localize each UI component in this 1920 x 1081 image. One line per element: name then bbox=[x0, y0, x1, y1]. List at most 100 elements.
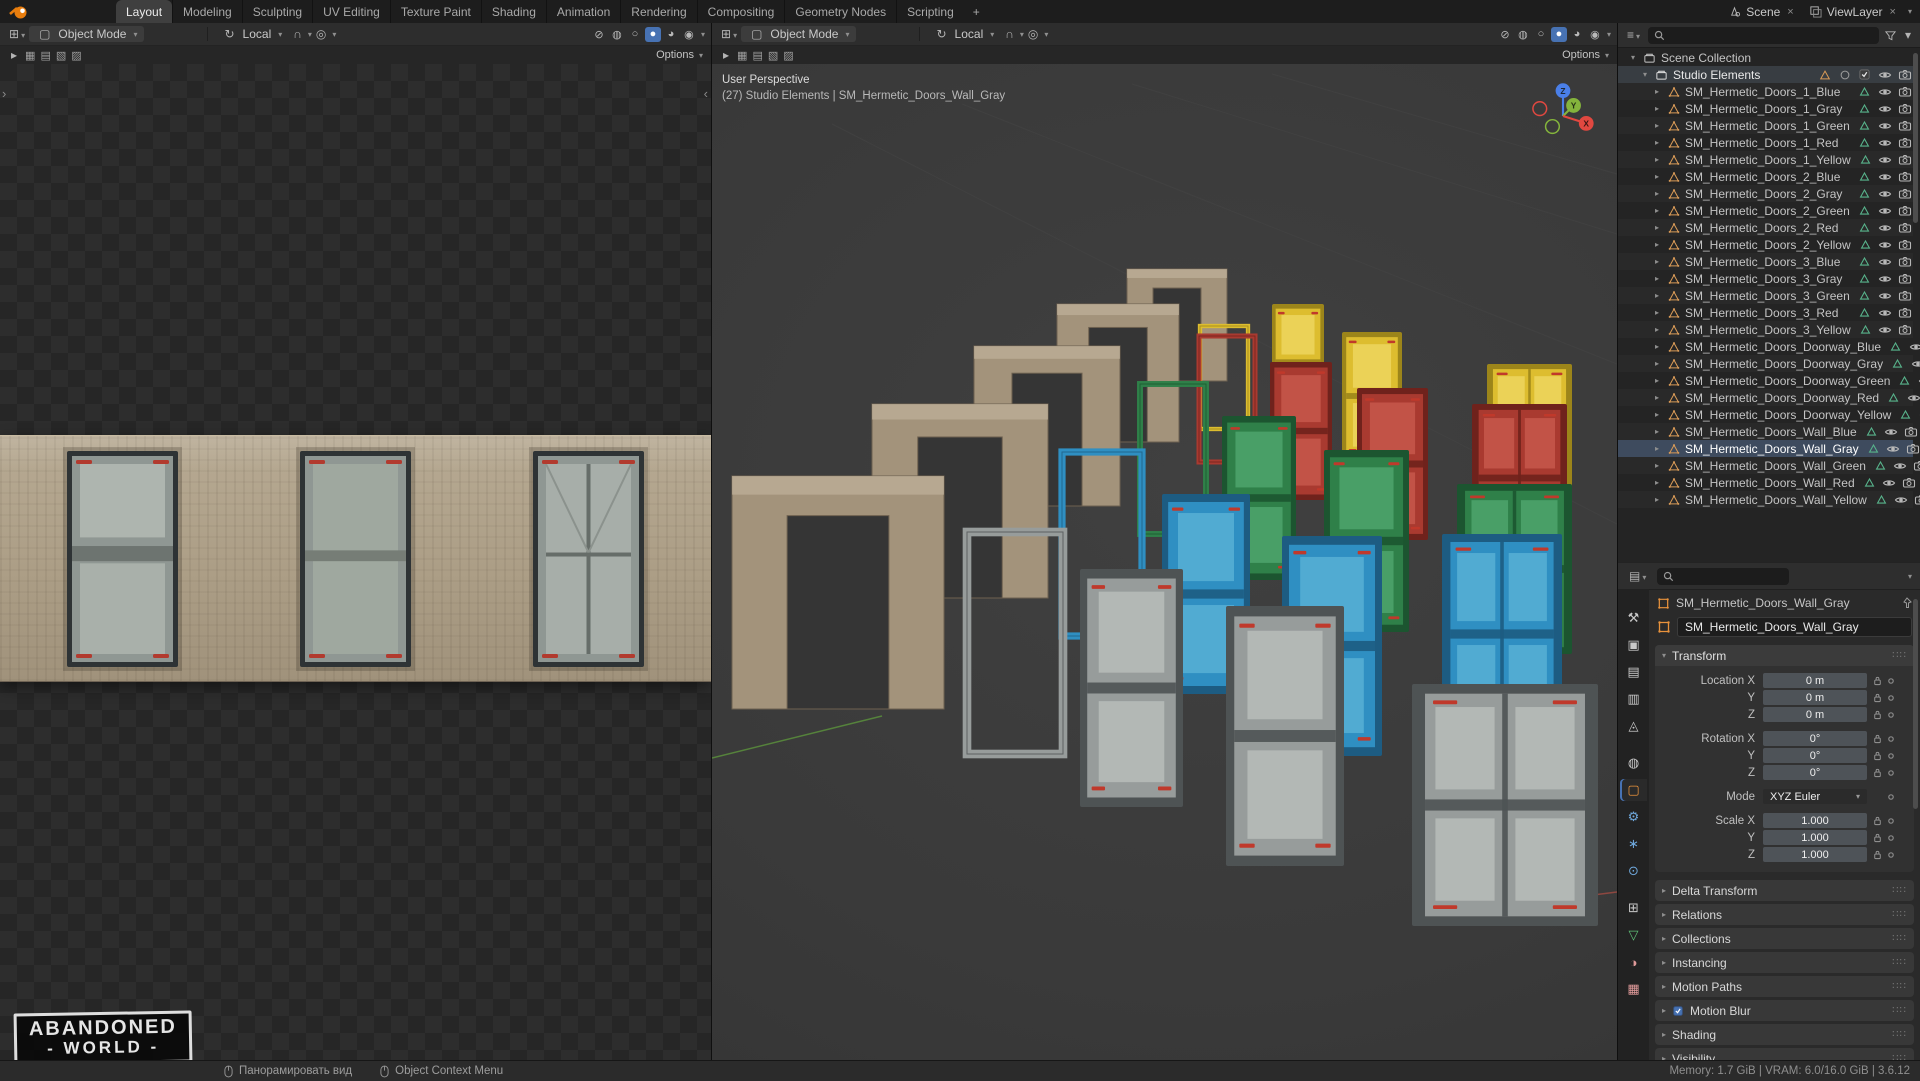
editor-type-icon[interactable]: ⊞ ▾ bbox=[718, 27, 740, 41]
lock-icon[interactable] bbox=[1872, 832, 1883, 843]
properties-section-header[interactable]: ▸ Shading ∷∷ bbox=[1655, 1024, 1914, 1045]
eye-icon[interactable] bbox=[1876, 170, 1893, 184]
properties-tab[interactable]: ▦ bbox=[1620, 978, 1647, 1000]
properties-tab[interactable]: ▽ bbox=[1620, 924, 1647, 946]
shading-wireframe-icon[interactable]: ○ bbox=[1533, 27, 1549, 42]
blender-logo-icon[interactable] bbox=[0, 4, 34, 20]
outliner-object-row[interactable]: ▸ SM_Hermetic_Doors_Doorway_Gray bbox=[1618, 355, 1920, 372]
eye-icon[interactable] bbox=[1876, 136, 1893, 150]
editor-type-icon[interactable]: ⊞ ▾ bbox=[6, 27, 28, 41]
gizmo-neg-y[interactable] bbox=[1544, 118, 1561, 135]
viewlayer-selector[interactable]: ViewLayer × bbox=[1804, 5, 1903, 19]
select-subtract-icon[interactable]: ▧ bbox=[56, 49, 66, 62]
eye-icon[interactable] bbox=[1905, 391, 1920, 405]
animate-dot-icon[interactable] bbox=[1887, 793, 1895, 801]
value-field[interactable]: 0° ▾ bbox=[1763, 748, 1867, 763]
wall-door-2[interactable] bbox=[296, 447, 415, 671]
outliner-object-row[interactable]: ▸ SM_Hermetic_Doors_1_Yellow bbox=[1618, 151, 1913, 168]
animate-dot-icon[interactable] bbox=[1887, 711, 1895, 719]
properties-editor-icon[interactable]: ▤ ▾ bbox=[1626, 569, 1649, 583]
camera-icon[interactable] bbox=[1896, 289, 1913, 303]
scene-unlink-icon[interactable]: × bbox=[1785, 6, 1795, 18]
animate-dot-icon[interactable] bbox=[1887, 752, 1895, 760]
outliner-object-row[interactable]: ▸ SM_Hermetic_Doors_3_Gray bbox=[1618, 270, 1913, 287]
outliner-object-row[interactable]: ▸ SM_Hermetic_Doors_Wall_Red bbox=[1618, 474, 1916, 491]
orientation-select[interactable]: ↻ Local ▾ bbox=[214, 26, 289, 42]
properties-section-header[interactable]: ▸ Instancing ∷∷ bbox=[1655, 952, 1914, 973]
workspace-tab[interactable]: Layout bbox=[116, 0, 173, 23]
gizmo-toggle-icon[interactable]: ◍ bbox=[609, 27, 625, 42]
outliner-object-row[interactable]: ▸ SM_Hermetic_Doors_Wall_Blue bbox=[1618, 423, 1918, 440]
outliner-collection-row[interactable]: ▾ Studio Elements bbox=[1618, 66, 1913, 83]
proportional-edit-icon[interactable]: ◎ bbox=[313, 27, 329, 41]
outliner-object-row[interactable]: ▸ SM_Hermetic_Doors_Wall_Green bbox=[1618, 457, 1920, 474]
overlays-icon[interactable]: ⊘ bbox=[1497, 27, 1513, 42]
animate-dot-icon[interactable] bbox=[1887, 694, 1895, 702]
add-workspace-button[interactable]: + bbox=[964, 5, 989, 19]
eye-icon[interactable] bbox=[1876, 119, 1893, 133]
section-checkbox[interactable] bbox=[1672, 1005, 1684, 1017]
eye-icon[interactable] bbox=[1877, 153, 1894, 167]
camera-icon[interactable] bbox=[1912, 459, 1920, 473]
shading-solid-icon[interactable]: ● bbox=[644, 26, 661, 42]
workspace-tab[interactable]: Rendering bbox=[620, 0, 696, 23]
properties-section-header[interactable]: ▸ Relations ∷∷ bbox=[1655, 904, 1914, 925]
camera-icon[interactable] bbox=[1896, 187, 1913, 201]
outliner-object-row[interactable]: ▸ SM_Hermetic_Doors_Doorway_Red bbox=[1618, 389, 1920, 406]
shading-dropdown-icon[interactable]: ▾ bbox=[701, 30, 705, 39]
camera-icon[interactable] bbox=[1896, 85, 1913, 99]
eye-icon[interactable] bbox=[1876, 255, 1893, 269]
navigation-gizmo[interactable]: Z Y X bbox=[1525, 78, 1601, 154]
camera-icon[interactable] bbox=[1896, 136, 1913, 150]
wall-door-1[interactable] bbox=[63, 447, 182, 671]
workspace-tab[interactable]: Modeling bbox=[172, 0, 242, 23]
camera-icon[interactable] bbox=[1896, 204, 1913, 218]
camera-icon[interactable] bbox=[1905, 442, 1920, 456]
properties-scrollbar[interactable] bbox=[1913, 599, 1918, 809]
proportional-edit-icon[interactable]: ◎ bbox=[1025, 27, 1041, 41]
properties-tab[interactable]: ⊞ bbox=[1620, 897, 1647, 919]
properties-tab[interactable]: ▣ bbox=[1620, 634, 1647, 656]
snap-magnet-icon[interactable]: ∩ bbox=[290, 27, 305, 41]
value-field[interactable]: 0° ▾ bbox=[1763, 731, 1867, 746]
lock-icon[interactable] bbox=[1872, 675, 1883, 686]
scene-selector[interactable]: Scene × bbox=[1723, 5, 1800, 19]
animate-dot-icon[interactable] bbox=[1887, 769, 1895, 777]
select-intersect-icon[interactable]: ▨ bbox=[783, 49, 793, 62]
eye-icon[interactable] bbox=[1885, 442, 1902, 456]
value-field[interactable]: 0 m ▾ bbox=[1763, 673, 1867, 688]
scene-door-gray[interactable] bbox=[1226, 606, 1344, 866]
doors-scene-canvas[interactable] bbox=[712, 64, 1617, 1060]
outliner-object-row[interactable]: ▸ SM_Hermetic_Doors_2_Yellow bbox=[1618, 236, 1913, 253]
workspace-tab[interactable]: Sculpting bbox=[241, 0, 312, 23]
workspace-tab[interactable]: Scripting bbox=[896, 0, 964, 23]
camera-icon[interactable] bbox=[1896, 68, 1913, 82]
properties-tab[interactable]: ∗ bbox=[1620, 833, 1647, 855]
select-subtract-icon[interactable]: ▧ bbox=[768, 49, 778, 62]
eye-icon[interactable] bbox=[1907, 340, 1920, 354]
eye-icon[interactable] bbox=[1876, 187, 1893, 201]
transform-panel-header[interactable]: ▾ Transform ∷∷ bbox=[1655, 645, 1914, 666]
topbar-extras-icon[interactable]: ▾ bbox=[1908, 7, 1912, 16]
properties-tab[interactable]: ▥ bbox=[1620, 688, 1647, 710]
workspace-tab[interactable]: Geometry Nodes bbox=[784, 0, 896, 23]
eye-icon[interactable] bbox=[1876, 289, 1893, 303]
workspace-tab[interactable]: Shading bbox=[480, 0, 546, 23]
camera-icon[interactable] bbox=[1897, 153, 1914, 167]
value-field[interactable]: 1.000 ▾ bbox=[1763, 847, 1867, 862]
select-box-icon[interactable]: ▦ bbox=[25, 49, 35, 62]
outliner-object-row[interactable]: ▸ SM_Hermetic_Doors_2_Gray bbox=[1618, 185, 1913, 202]
outliner-scene-collection-row[interactable]: ▾ Scene Collection bbox=[1618, 49, 1913, 66]
camera-icon[interactable] bbox=[1913, 493, 1920, 507]
lock-icon[interactable] bbox=[1872, 815, 1883, 826]
shading-dropdown-icon[interactable]: ▾ bbox=[1607, 30, 1611, 39]
panel-drag-handle[interactable]: ∷∷ bbox=[1892, 957, 1907, 968]
panel-drag-handle[interactable]: ∷∷ bbox=[1892, 1029, 1907, 1040]
wall-door-3[interactable] bbox=[529, 447, 648, 671]
outliner-editor-icon[interactable]: ≡ ▾ bbox=[1624, 28, 1643, 42]
lock-icon[interactable] bbox=[1872, 733, 1883, 744]
panel-drag-handle[interactable]: ∷∷ bbox=[1892, 933, 1907, 944]
select-extend-icon[interactable]: ▤ bbox=[40, 49, 50, 62]
outliner-search-input[interactable] bbox=[1648, 26, 1879, 44]
animate-dot-icon[interactable] bbox=[1887, 817, 1895, 825]
